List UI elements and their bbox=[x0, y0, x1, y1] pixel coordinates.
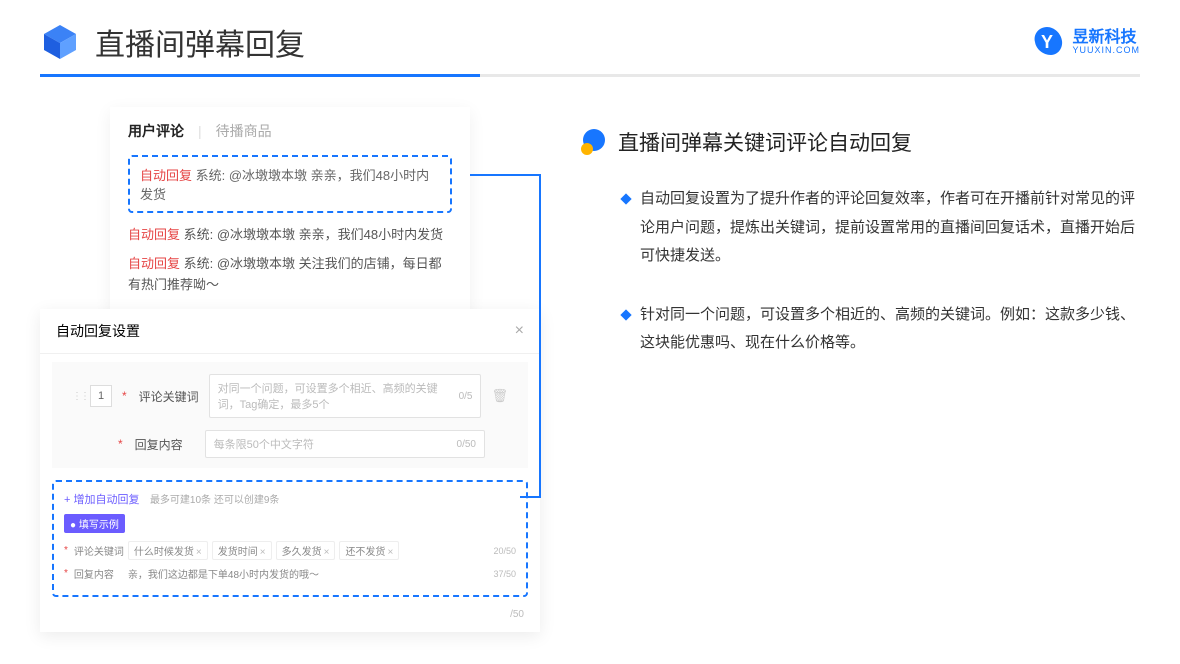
add-rule-row: + 增加自动回复 最多可建10条 还可以创建9条 bbox=[64, 490, 516, 508]
drag-handle-icon[interactable]: ⋮⋮ bbox=[72, 391, 80, 402]
diamond-icon bbox=[620, 309, 631, 320]
tab-separator: | bbox=[198, 123, 202, 139]
tag-remove-icon[interactable]: × bbox=[324, 547, 330, 558]
required-mark: * bbox=[64, 545, 68, 556]
keyword-label: 评论关键词 bbox=[139, 388, 199, 405]
tag-remove-icon[interactable]: × bbox=[196, 547, 202, 558]
tag-remove-icon[interactable]: × bbox=[260, 547, 266, 558]
left-column: 用户评论 | 待播商品 自动回复 系统: @冰墩墩本墩 亲亲，我们48小时内发货… bbox=[40, 107, 540, 632]
keyword-tag[interactable]: 多久发货× bbox=[276, 541, 336, 560]
required-mark: * bbox=[118, 437, 123, 451]
keyword-tag[interactable]: 还不发货× bbox=[339, 541, 399, 560]
example-badge: ● 填写示例 bbox=[64, 514, 125, 533]
svg-text:Y: Y bbox=[1041, 32, 1053, 52]
page-title: 直播间弹幕回复 bbox=[95, 20, 305, 64]
settings-header: 自动回复设置 × bbox=[40, 309, 540, 354]
outer-counter: /50 bbox=[40, 609, 540, 620]
add-auto-reply-link[interactable]: + 增加自动回复 bbox=[64, 494, 139, 506]
comment-line: 自动回复 系统: @冰墩墩本墩 关注我们的店铺，每日都有热门推荐呦～ bbox=[128, 254, 452, 296]
example-kw-label: 评论关键词 bbox=[74, 543, 124, 558]
keyword-tag[interactable]: 发货时间× bbox=[212, 541, 272, 560]
example-content-text: 亲，我们这边都是下单48小时内发货的哦～ bbox=[128, 566, 319, 581]
example-box: + 增加自动回复 最多可建10条 还可以创建9条 ● 填写示例 * 评论关键词 … bbox=[52, 480, 528, 597]
keyword-input[interactable]: 对同一个问题，可设置多个相近、高频的关键词，Tag确定，最多5个 0/5 bbox=[209, 374, 482, 418]
keyword-row: ⋮⋮ 1 * 评论关键词 对同一个问题，可设置多个相近、高频的关键词，Tag确定… bbox=[56, 368, 524, 424]
required-mark: * bbox=[64, 568, 68, 579]
content-label: 回复内容 bbox=[135, 436, 195, 453]
example-content-row: * 回复内容 亲，我们这边都是下单48小时内发货的哦～ 37/50 bbox=[64, 566, 516, 581]
comment-text: 系统: @冰墩墩本墩 亲亲，我们48小时内发货 bbox=[184, 227, 444, 242]
example-keyword-row: * 评论关键词 什么时候发货× 发货时间× 多久发货× 还不发货× 20/50 bbox=[64, 541, 516, 560]
brand-text: 昱新科技 YUUXIN.COM bbox=[1072, 30, 1140, 55]
brand-name-cn: 昱新科技 bbox=[1072, 30, 1140, 46]
comment-tabs: 用户评论 | 待播商品 bbox=[128, 121, 452, 141]
brand-icon: Y bbox=[1030, 25, 1064, 59]
right-column: 直播间弹幕关键词评论自动回复 自动回复设置为了提升作者的评论回复效率，作者可在开… bbox=[580, 107, 1140, 632]
cube-icon bbox=[40, 22, 80, 62]
add-hint: 最多可建10条 还可以创建9条 bbox=[150, 495, 279, 506]
settings-title: 自动回复设置 bbox=[56, 321, 140, 341]
connector-line bbox=[470, 167, 570, 527]
bullet-text: 针对同一个问题，可设置多个相近的、高频的关键词。例如：这款多少钱、这块能优惠吗、… bbox=[640, 301, 1140, 358]
content-input[interactable]: 每条限50个中文字符 0/50 bbox=[205, 430, 485, 458]
section-title-row: 直播间弹幕关键词评论自动回复 bbox=[580, 127, 1140, 157]
input-placeholder: 对同一个问题，可设置多个相近、高频的关键词，Tag确定，最多5个 bbox=[218, 380, 459, 412]
auto-reply-tag: 自动回复 bbox=[128, 256, 180, 271]
content-area: 用户评论 | 待播商品 自动回复 系统: @冰墩墩本墩 亲亲，我们48小时内发货… bbox=[0, 97, 1180, 632]
rule-index: 1 bbox=[90, 385, 112, 407]
content-row: * 回复内容 每条限50个中文字符 0/50 bbox=[56, 424, 524, 464]
bullet-block: 针对同一个问题，可设置多个相近的、高频的关键词。例如：这款多少钱、这块能优惠吗、… bbox=[580, 301, 1140, 358]
brand-logo: Y 昱新科技 YUUXIN.COM bbox=[1030, 25, 1140, 59]
header-divider bbox=[40, 74, 1140, 77]
chat-bubble-icon bbox=[580, 128, 608, 156]
bullet-text: 自动回复设置为了提升作者的评论回复效率，作者可在开播前针对常见的评论用户问题，提… bbox=[640, 185, 1140, 271]
section-title: 直播间弹幕关键词评论自动回复 bbox=[618, 127, 912, 157]
example-content-label: 回复内容 bbox=[74, 566, 124, 581]
input-placeholder: 每条限50个中文字符 bbox=[214, 436, 314, 452]
tab-pending-goods[interactable]: 待播商品 bbox=[216, 121, 272, 141]
comment-line: 自动回复 系统: @冰墩墩本墩 亲亲，我们48小时内发货 bbox=[128, 225, 452, 246]
header-left: 直播间弹幕回复 bbox=[40, 20, 305, 64]
auto-reply-settings-panel: 自动回复设置 × ⋮⋮ 1 * 评论关键词 对同一个问题，可设置多个相近、高频的… bbox=[40, 309, 540, 632]
brand-name-en: YUUXIN.COM bbox=[1072, 46, 1140, 55]
comments-panel: 用户评论 | 待播商品 自动回复 系统: @冰墩墩本墩 亲亲，我们48小时内发货… bbox=[110, 107, 470, 319]
diamond-icon bbox=[620, 193, 631, 204]
bullet-row: 针对同一个问题，可设置多个相近的、高频的关键词。例如：这款多少钱、这块能优惠吗、… bbox=[622, 301, 1140, 358]
rule-block: ⋮⋮ 1 * 评论关键词 对同一个问题，可设置多个相近、高频的关键词，Tag确定… bbox=[52, 362, 528, 468]
page-header: 直播间弹幕回复 Y 昱新科技 YUUXIN.COM bbox=[0, 0, 1180, 74]
tag-counter: 20/50 bbox=[493, 546, 516, 556]
auto-reply-tag: 自动回复 bbox=[128, 227, 180, 242]
auto-reply-tag: 自动回复 bbox=[140, 168, 192, 183]
tab-user-comments[interactable]: 用户评论 bbox=[128, 121, 184, 141]
tag-remove-icon[interactable]: × bbox=[387, 547, 393, 558]
bullet-row: 自动回复设置为了提升作者的评论回复效率，作者可在开播前针对常见的评论用户问题，提… bbox=[622, 185, 1140, 271]
bullet-block: 自动回复设置为了提升作者的评论回复效率，作者可在开播前针对常见的评论用户问题，提… bbox=[580, 185, 1140, 271]
highlighted-comment: 自动回复 系统: @冰墩墩本墩 亲亲，我们48小时内发货 bbox=[128, 155, 452, 213]
keyword-tag[interactable]: 什么时候发货× bbox=[128, 541, 208, 560]
content-counter: 37/50 bbox=[493, 569, 516, 579]
required-mark: * bbox=[122, 389, 127, 403]
